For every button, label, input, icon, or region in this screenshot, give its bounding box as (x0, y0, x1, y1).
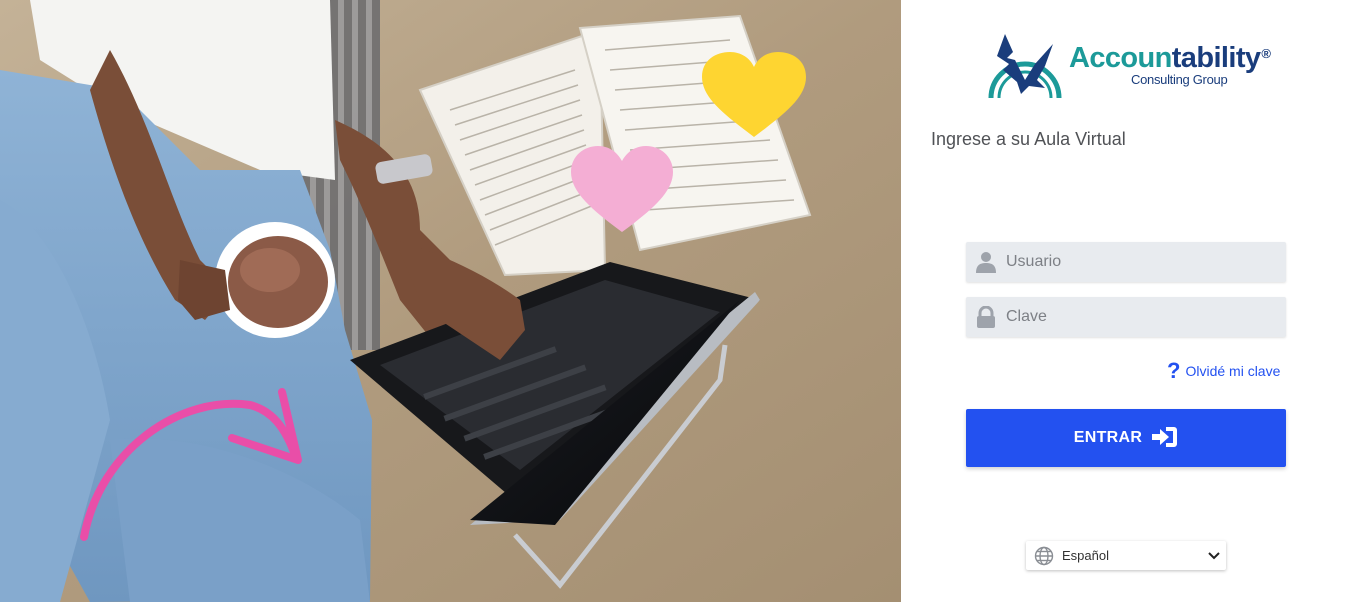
eagle-logo-icon (988, 34, 1062, 99)
language-selected-value: Español (1062, 548, 1109, 563)
brand-word-teal: Accoun (1069, 42, 1172, 74)
username-field[interactable] (966, 242, 1286, 282)
lock-icon (966, 297, 1006, 337)
username-input[interactable] (1006, 242, 1276, 282)
question-icon: ? (1167, 358, 1181, 383)
globe-icon (1026, 546, 1062, 566)
brand-subtitle: Consulting Group (1131, 72, 1228, 87)
brand-wordmark: Accountability® (1069, 42, 1271, 75)
forgot-password-label: Olvidé mi clave (1185, 363, 1281, 379)
chevron-down-icon (1202, 551, 1226, 560)
password-field[interactable] (966, 297, 1286, 337)
sign-in-icon (1152, 426, 1178, 451)
password-input[interactable] (1006, 297, 1276, 337)
page-title: Ingrese a su Aula Virtual (931, 129, 1126, 149)
registered-mark: ® (1261, 46, 1271, 61)
login-button-label: ENTRAR (1073, 429, 1143, 446)
brand-logo: Accountability® Consulting Group (985, 30, 1275, 102)
login-panel: Accountability® Consulting Group Ingrese… (901, 0, 1351, 602)
brand-word-rest: tability (1171, 42, 1261, 74)
login-button[interactable]: ENTRAR (966, 409, 1286, 467)
user-icon (966, 242, 1006, 282)
forgot-password-link[interactable]: ? Olvidé mi clave (1167, 360, 1280, 382)
hero-image (0, 0, 901, 602)
hero-illustration (0, 0, 901, 602)
coffee-cup (215, 222, 335, 338)
language-select[interactable]: Español (1026, 541, 1226, 570)
